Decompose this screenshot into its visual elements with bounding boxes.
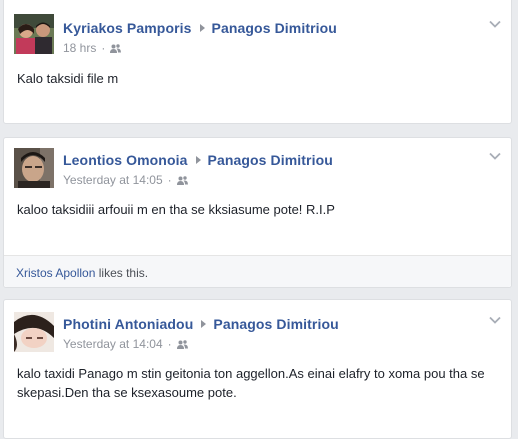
separator-dot: · bbox=[101, 41, 106, 55]
post-text: kalo taxidi Panago m stin geitonia ton a… bbox=[17, 366, 485, 400]
chevron-down-icon[interactable] bbox=[489, 152, 501, 160]
post-text: Kalo taksidi file m bbox=[17, 71, 119, 86]
wall-post: Photini Antoniadou Panagos Dimitriou Yest… bbox=[3, 299, 512, 439]
timestamp-link[interactable]: Yesterday at 14:05 bbox=[63, 173, 163, 187]
avatar[interactable] bbox=[14, 148, 54, 188]
liker-link[interactable]: Xristos Apollon bbox=[16, 266, 95, 280]
triangle-right-icon bbox=[195, 156, 201, 164]
triangle-right-icon bbox=[201, 320, 207, 328]
separator-dot: · bbox=[167, 337, 172, 351]
separator-dot: · bbox=[167, 173, 172, 187]
author-link[interactable]: Leontios Omonoia bbox=[63, 152, 188, 168]
target-link[interactable]: Panagos Dimitriou bbox=[208, 152, 333, 168]
chevron-down-icon[interactable] bbox=[489, 20, 501, 28]
post-header: Leontios Omonoia Panagos Dimitriou bbox=[63, 152, 333, 168]
friends-icon[interactable] bbox=[176, 339, 188, 349]
chevron-down-icon[interactable] bbox=[489, 316, 501, 324]
target-link[interactable]: Panagos Dimitriou bbox=[212, 20, 337, 36]
post-meta: Yesterday at 14:04 · bbox=[63, 337, 188, 351]
avatar-photo bbox=[14, 14, 54, 54]
avatar-photo bbox=[14, 148, 54, 188]
post-meta: 18 hrs · bbox=[63, 41, 122, 55]
friends-icon[interactable] bbox=[176, 175, 188, 185]
author-link[interactable]: Photini Antoniadou bbox=[63, 316, 193, 332]
triangle-right-icon bbox=[199, 24, 205, 32]
avatar[interactable] bbox=[14, 14, 54, 54]
post-text: kaloo taksidiii arfouii m en tha se kksi… bbox=[17, 202, 335, 217]
avatar-photo bbox=[14, 312, 54, 352]
friends-icon[interactable] bbox=[110, 43, 122, 53]
timestamp-link[interactable]: Yesterday at 14:04 bbox=[63, 337, 163, 351]
post-meta: Yesterday at 14:05 · bbox=[63, 173, 188, 187]
wall-post: Kyriakos Pamporis Panagos Dimitriou 18 hr… bbox=[3, 0, 512, 124]
target-link[interactable]: Panagos Dimitriou bbox=[213, 316, 338, 332]
likes-text: likes this. bbox=[98, 266, 149, 280]
post-header: Photini Antoniadou Panagos Dimitriou bbox=[63, 316, 339, 332]
avatar[interactable] bbox=[14, 312, 54, 352]
post-header: Kyriakos Pamporis Panagos Dimitriou bbox=[63, 20, 337, 36]
likes-summary: Xristos Apollon likes this. bbox=[4, 255, 511, 287]
author-link[interactable]: Kyriakos Pamporis bbox=[63, 20, 192, 36]
timestamp-link[interactable]: 18 hrs bbox=[63, 41, 96, 55]
wall-post: Leontios Omonoia Panagos Dimitriou Yester… bbox=[3, 137, 512, 288]
